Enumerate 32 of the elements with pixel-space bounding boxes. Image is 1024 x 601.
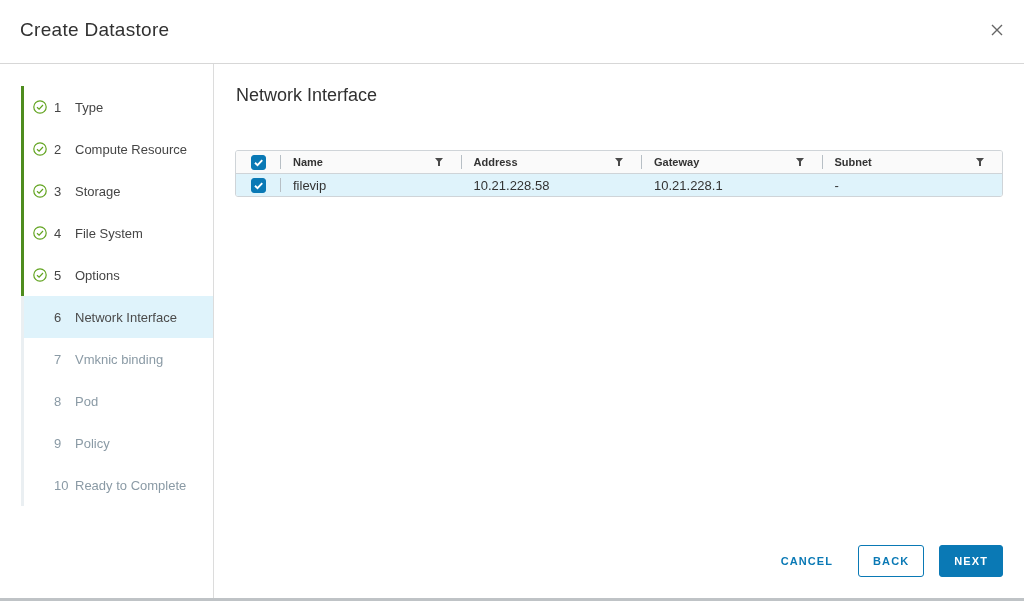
column-header[interactable]: Gateway: [654, 156, 796, 168]
column-header[interactable]: Address: [473, 156, 615, 168]
wizard-step[interactable]: 1 Type: [21, 86, 213, 128]
wizard-step[interactable]: 2 Compute Resource: [21, 128, 213, 170]
check-circle-icon: [33, 142, 47, 156]
column-header[interactable]: Name: [293, 156, 435, 168]
check-icon: [252, 156, 264, 168]
column-header[interactable]: Subnet: [834, 156, 976, 168]
table-cell: 10.21.228.1: [654, 177, 723, 193]
check-circle-icon: [33, 226, 47, 240]
checkbox[interactable]: [250, 154, 266, 170]
filter-icon[interactable]: [434, 158, 443, 166]
table-cell: -: [834, 177, 839, 193]
close-icon[interactable]: [991, 24, 1003, 36]
check-circle-icon: [33, 100, 47, 114]
next-button[interactable]: NEXT: [939, 545, 1003, 577]
check-icon: [252, 179, 264, 191]
check-circle-icon: [33, 184, 47, 198]
dialog-title: Create Datastore: [20, 19, 170, 41]
table-cell: filevip: [293, 177, 327, 193]
checkbox[interactable]: [250, 177, 266, 193]
page-title: Network Interface: [236, 84, 378, 107]
wizard-step[interactable]: 3 Storage: [21, 170, 213, 212]
back-button[interactable]: BACK: [858, 545, 925, 577]
filter-icon[interactable]: [795, 158, 804, 166]
filter-icon[interactable]: [615, 158, 623, 166]
filter-icon[interactable]: [976, 158, 984, 166]
check-circle-icon: [33, 268, 47, 282]
table-cell: 10.21.228.58: [473, 177, 550, 193]
cancel-button[interactable]: CANCEL: [767, 545, 847, 577]
wizard-step[interactable]: 4 File System: [21, 212, 213, 254]
wizard-step[interactable]: 6 Network Interface: [21, 296, 213, 338]
